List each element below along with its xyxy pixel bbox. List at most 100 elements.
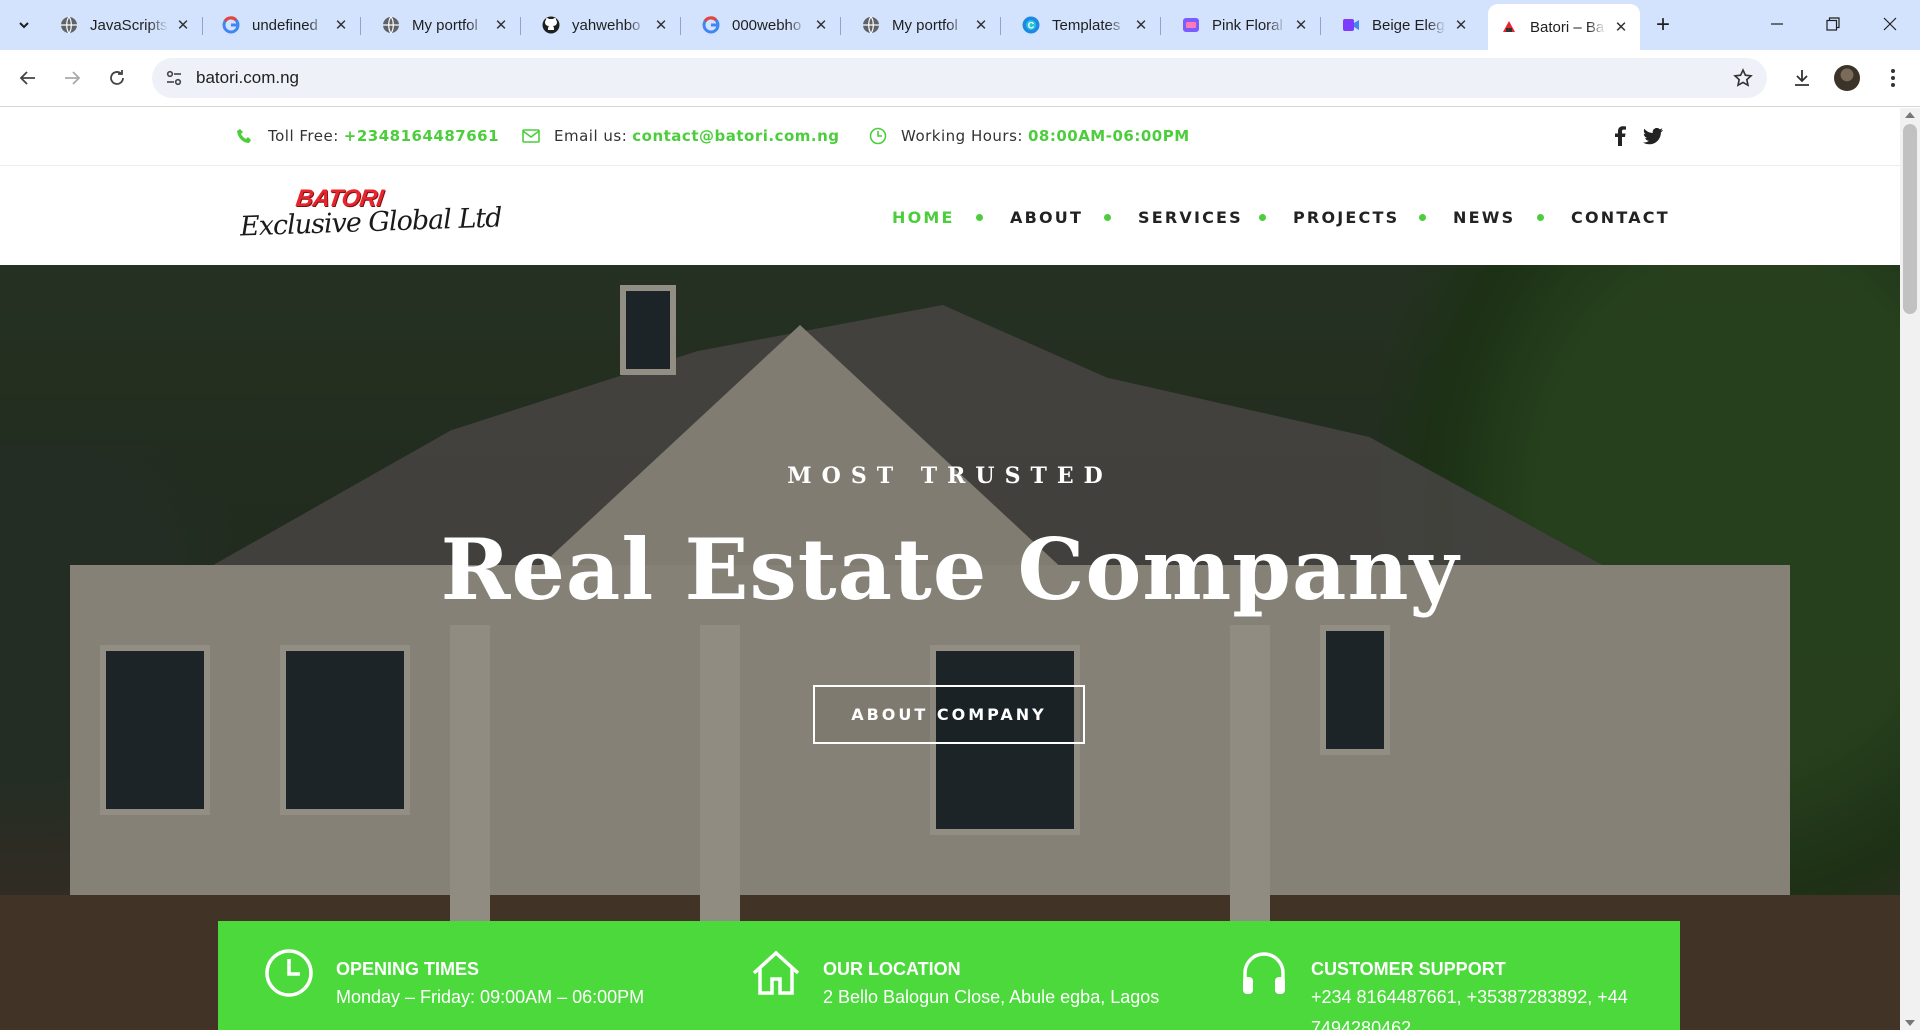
close-icon[interactable]: ✕ [1452, 16, 1470, 34]
downloads-button[interactable] [1786, 62, 1818, 94]
browser-tab[interactable]: JavaScripts ✕ [48, 8, 203, 42]
minimize-icon [1771, 23, 1783, 25]
bookmark-star-icon[interactable] [1731, 66, 1755, 90]
globe-icon [60, 16, 78, 34]
tab-title: Beige Eleg [1372, 16, 1445, 34]
facebook-link[interactable] [1609, 125, 1631, 147]
info-heading: OPENING TIMES [336, 959, 480, 979]
info-heading: OUR LOCATION [823, 959, 961, 979]
scroll-up-arrow-icon[interactable] [1905, 112, 1915, 118]
nav-separator-dot [1537, 214, 1544, 221]
headphones-icon [1243, 952, 1285, 994]
google-icon [222, 16, 240, 34]
nav-item-home[interactable]: HOME [892, 208, 955, 227]
page-scrollbar[interactable] [1900, 108, 1920, 1030]
browser-tab[interactable]: 000webho ✕ [690, 8, 841, 42]
close-icon[interactable]: ✕ [972, 16, 990, 34]
download-icon [1795, 70, 1809, 86]
site-logo[interactable]: BATORI Exclusive Global Ltd [240, 185, 502, 247]
about-company-button[interactable]: ABOUT COMPANY [813, 685, 1085, 744]
chevron-down-icon [19, 22, 29, 29]
github-icon [542, 16, 560, 34]
close-window-button[interactable] [1862, 4, 1918, 44]
info-text: +234 8164487661, +35387283892, +44 74942… [1311, 987, 1628, 1030]
address-bar[interactable]: batori.com.ng [152, 58, 1767, 98]
clock-icon [869, 127, 887, 145]
working-hours-value: 08:00AM-06:00PM [1027, 127, 1190, 145]
browser-tab-active[interactable]: Batori – Ba ✕ [1488, 4, 1640, 50]
url-text[interactable]: batori.com.ng [196, 68, 299, 88]
toll-free-number[interactable]: +2348164487661 [344, 127, 499, 145]
tab-strip: JavaScripts ✕ undefined ✕ My portfol ✕ y… [0, 0, 1920, 50]
profile-button[interactable] [1831, 62, 1863, 94]
site-info-icon[interactable] [162, 66, 186, 90]
close-icon[interactable]: ✕ [174, 16, 192, 34]
canva-icon: C [1022, 16, 1040, 34]
browser-menu-button[interactable] [1877, 62, 1909, 94]
browser-tab[interactable]: My portfol ✕ [370, 8, 521, 42]
new-tab-button[interactable]: + [1649, 11, 1677, 39]
reload-button[interactable] [101, 62, 133, 94]
tab-title: My portfol [412, 16, 478, 34]
browser-tab[interactable]: Beige Eleg ✕ [1330, 8, 1480, 42]
tab-title: JavaScripts [90, 16, 168, 34]
tab-title: yahwehbo [572, 16, 641, 34]
restore-icon [1826, 17, 1840, 31]
logo-tagline: Exclusive Global Ltd [239, 202, 502, 243]
nav-separator-dot [1259, 214, 1266, 221]
nav-item-news[interactable]: NEWS [1453, 208, 1515, 227]
scroll-thumb[interactable] [1903, 124, 1917, 314]
nav-item-about[interactable]: ABOUT [1010, 208, 1083, 227]
browser-tab[interactable]: Pink Floral ✕ [1170, 8, 1321, 42]
close-icon[interactable]: ✕ [652, 16, 670, 34]
scroll-down-arrow-icon[interactable] [1905, 1020, 1915, 1026]
globe-icon [862, 16, 880, 34]
nav-separator-dot [1419, 214, 1426, 221]
restore-button[interactable] [1805, 4, 1861, 44]
close-icon[interactable]: ✕ [1132, 16, 1150, 34]
close-icon[interactable]: ✕ [1612, 18, 1630, 36]
close-icon[interactable]: ✕ [492, 16, 510, 34]
tab-search-button[interactable] [10, 11, 38, 39]
home-icon [752, 950, 800, 995]
browser-tab[interactable]: yahwehbo ✕ [530, 8, 681, 42]
email-item: Email us: contact@batori.com.ng [522, 127, 840, 145]
tab-title: 000webho [732, 16, 802, 34]
page-viewport: Toll Free: +2348164487661 Email us: cont… [0, 108, 1900, 1030]
hero-subtitle: MOST TRUSTED [787, 463, 1113, 489]
browser-tab[interactable]: My portfol ✕ [850, 8, 1001, 42]
nav-item-contact[interactable]: CONTACT [1571, 208, 1670, 227]
nav-item-projects[interactable]: PROJECTS [1293, 208, 1399, 227]
tab-title: Batori – Ba [1530, 18, 1605, 36]
hero-section: MOST TRUSTED Real Estate Company ABOUT C… [0, 265, 1900, 1030]
info-bar: OPENING TIMES Monday – Friday: 09:00AM –… [218, 921, 1680, 1030]
nav-item-services[interactable]: SERVICES [1138, 208, 1243, 227]
more-vertical-icon [1891, 69, 1895, 87]
forward-button[interactable] [56, 62, 88, 94]
browser-tab[interactable]: undefined ✕ [210, 8, 361, 42]
google-icon [702, 16, 720, 34]
close-icon[interactable]: ✕ [812, 16, 830, 34]
envelope-icon [522, 127, 540, 145]
nav-separator-dot [1104, 214, 1111, 221]
twitter-link[interactable] [1642, 125, 1664, 147]
tab-title: My portfol [892, 16, 958, 34]
facebook-icon [1615, 126, 1626, 146]
minimize-button[interactable] [1749, 4, 1805, 44]
browser-tab[interactable]: C Templates ✕ [1010, 8, 1161, 42]
info-text: Monday – Friday: 09:00AM – 06:00PM [336, 987, 645, 1007]
plus-icon: + [1655, 11, 1670, 38]
avatar [1834, 65, 1860, 91]
arrow-left-icon [19, 71, 35, 85]
working-hours-item: Working Hours: 08:00AM-06:00PM [869, 127, 1190, 145]
close-icon[interactable]: ✕ [332, 16, 350, 34]
toll-free-item: Toll Free: +2348164487661 [236, 127, 499, 145]
reload-icon [110, 70, 124, 85]
back-button[interactable] [12, 62, 44, 94]
slides-icon [1182, 16, 1200, 34]
email-link[interactable]: contact@batori.com.ng [632, 127, 839, 145]
video-icon [1342, 16, 1360, 34]
email-label: Email us: [554, 127, 628, 145]
close-icon[interactable]: ✕ [1292, 16, 1310, 34]
hero-title: Real Estate Company [440, 520, 1460, 619]
